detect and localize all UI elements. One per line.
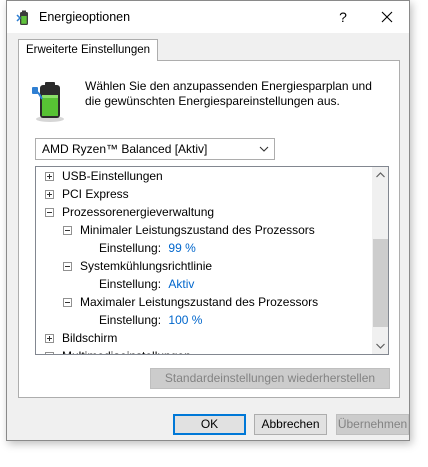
tree-item-label: Prozessorenergieverwaltung [62, 205, 215, 219]
restore-defaults-button[interactable]: Standardeinstellungen wiederherstellen [150, 368, 390, 389]
setting-value-link[interactable]: Aktiv [168, 277, 194, 291]
chevron-down-icon [376, 343, 385, 349]
tree-item-label: PCI Express [62, 187, 129, 201]
collapse-minus-icon[interactable] [63, 298, 72, 307]
ok-button[interactable]: OK [173, 414, 246, 435]
tree-setting-system-cooling-policy: Einstellung: Aktiv [99, 275, 194, 293]
tree-setting-min-processor-state: Einstellung: 99 % [99, 239, 196, 257]
close-button[interactable] [367, 1, 407, 33]
chevron-down-icon [259, 146, 269, 152]
chevron-up-icon [376, 172, 385, 178]
expand-plus-icon[interactable] [45, 352, 54, 354]
collapse-minus-icon[interactable] [63, 262, 72, 271]
setting-value-link[interactable]: 99 % [168, 241, 195, 255]
expand-plus-icon[interactable] [45, 172, 54, 181]
power-plan-dropdown[interactable]: AMD Ryzen™ Balanced [Aktiv] [35, 138, 275, 160]
settings-panel: Wählen Sie den anzupassenden Energiespar… [18, 60, 400, 398]
help-button[interactable]: ? [327, 1, 359, 33]
tree-item-label: USB-Einstellungen [62, 169, 163, 183]
title-bar: Energieoptionen ? [7, 1, 409, 33]
tree-vertical-scrollbar[interactable] [372, 167, 388, 354]
setting-label: Einstellung: [99, 313, 162, 327]
intro-text: Wählen Sie den anzupassenden Energiespar… [85, 79, 372, 108]
setting-label: Einstellung: [99, 241, 162, 255]
cancel-button[interactable]: Abbrechen [254, 414, 327, 435]
collapse-minus-icon[interactable] [45, 208, 54, 217]
tree-item-label: Minimaler Leistungszustand des Prozessor… [80, 223, 315, 237]
tree-item-label: Maximaler Leistungszustand des Prozessor… [80, 295, 319, 309]
battery-plug-icon [16, 10, 28, 25]
scroll-up-button[interactable] [372, 167, 388, 184]
expand-plus-icon[interactable] [45, 190, 54, 199]
power-plan-value: AMD Ryzen™ Balanced [Aktiv] [42, 142, 208, 156]
collapse-minus-icon[interactable] [63, 226, 72, 235]
power-options-dialog: Energieoptionen ? Erweiterte Einstellung… [6, 0, 410, 441]
scroll-down-button[interactable] [372, 337, 388, 354]
battery-plug-icon [32, 82, 64, 122]
setting-label: Einstellung: [99, 277, 162, 291]
tree-setting-max-processor-state: Einstellung: 100 % [99, 311, 202, 329]
tree-item-label: Systemkühlungsrichtlinie [80, 259, 213, 273]
window-title: Energieoptionen [39, 10, 131, 24]
close-icon [381, 11, 393, 23]
expand-plus-icon[interactable] [45, 334, 54, 343]
apply-button[interactable]: Übernehmen [336, 414, 409, 435]
scroll-thumb[interactable] [373, 239, 388, 327]
settings-tree[interactable]: USB-Einstellungen PCI Express Prozessore… [35, 166, 389, 355]
tree-item-label: Multimediaeinstellungen [62, 347, 191, 354]
setting-value-link[interactable]: 100 % [168, 313, 202, 327]
tab-advanced-settings[interactable]: Erweiterte Einstellungen [18, 39, 159, 61]
tree-item-label: Bildschirm [62, 331, 118, 345]
